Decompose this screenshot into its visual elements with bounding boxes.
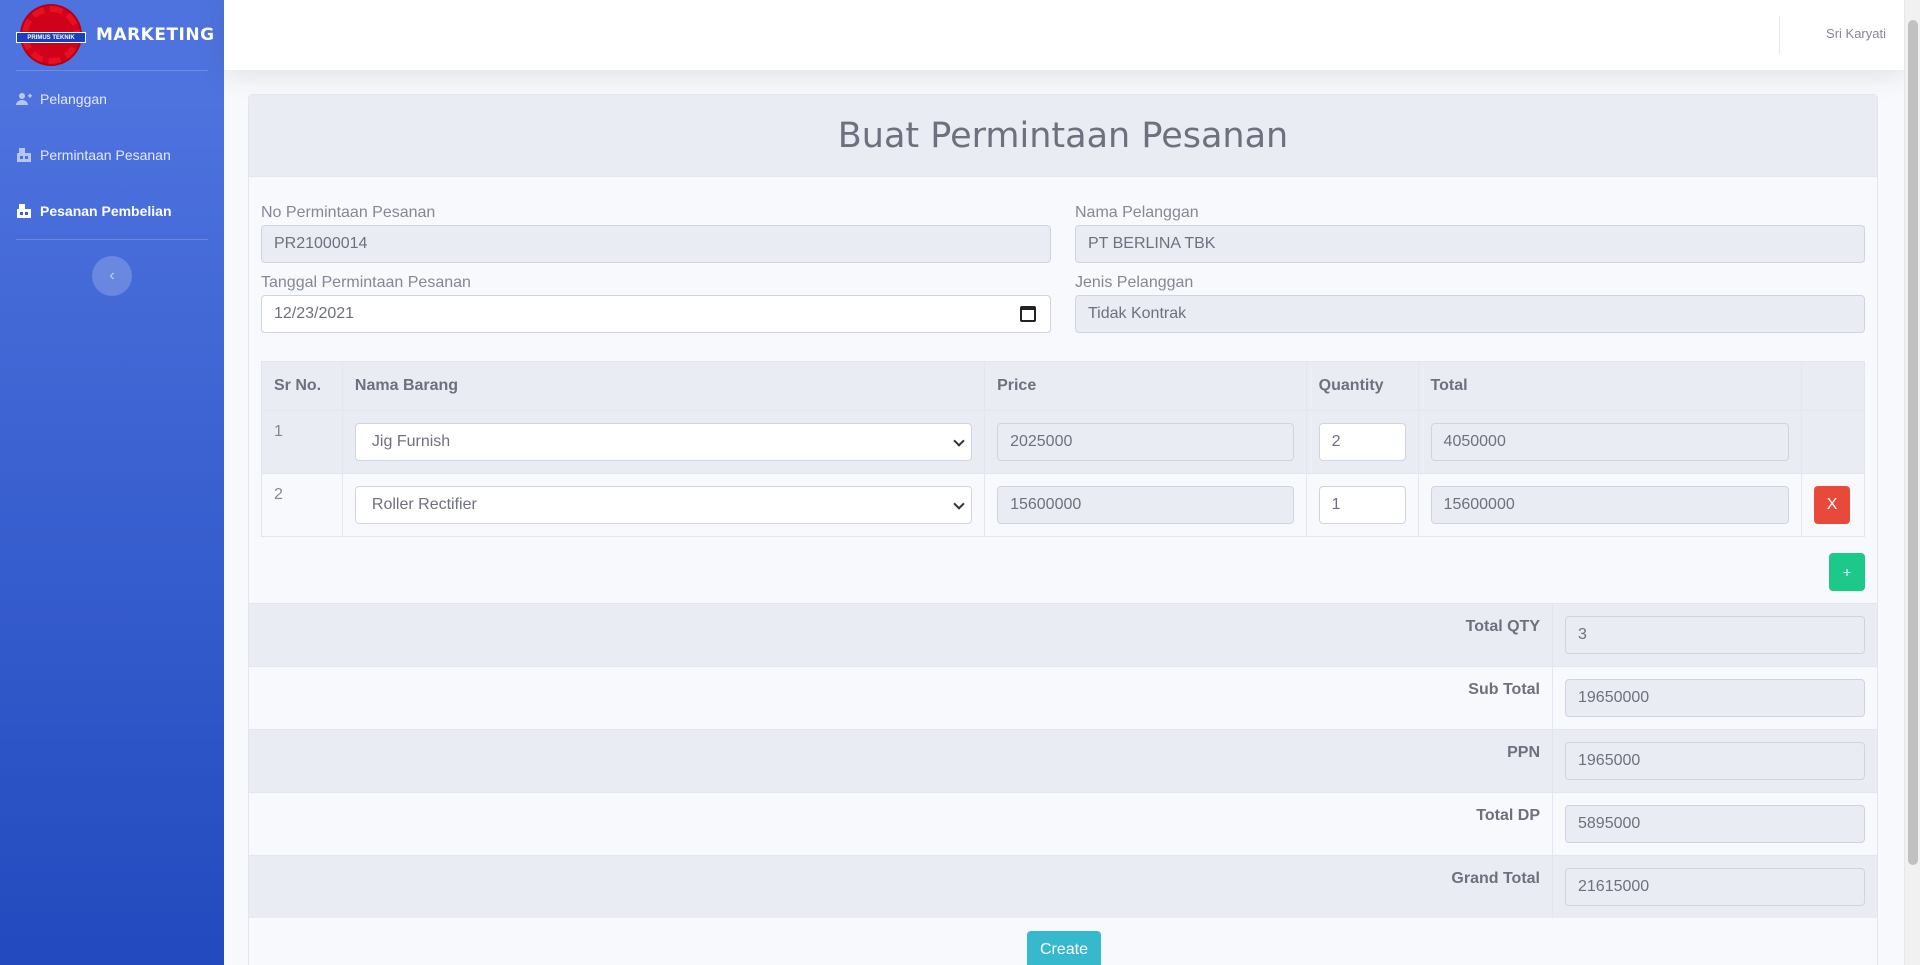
tanggal-label: Tanggal Permintaan Pesanan bbox=[261, 274, 471, 291]
sidebar-item-pesanan-pembelian[interactable]: Pesanan Pembelian bbox=[0, 183, 224, 239]
ppn-field: 1965000 bbox=[1565, 742, 1865, 780]
add-row-button[interactable]: + bbox=[1829, 553, 1865, 591]
qty-cell: 1 bbox=[1307, 474, 1419, 536]
ppn-cell: 1965000 bbox=[1553, 730, 1877, 792]
page-title: Buat Permintaan Pesanan bbox=[837, 115, 1289, 156]
total-qty-label: Total QTY bbox=[249, 604, 1553, 666]
brand-logo: PRIMUS TEKNIK bbox=[16, 5, 86, 65]
price-cell: 2025000 bbox=[985, 411, 1307, 473]
table-row: 1 Jig Furnish 2025000 2 4050000 bbox=[261, 411, 1865, 474]
card-header: Buat Permintaan Pesanan bbox=[249, 95, 1877, 177]
sub-total-field: 19650000 bbox=[1565, 679, 1865, 717]
jenis-pelanggan-field: Tidak Kontrak bbox=[1075, 295, 1865, 333]
action-cell bbox=[1802, 411, 1864, 473]
quantity-input[interactable]: 1 bbox=[1318, 486, 1406, 524]
page-scrollbar[interactable] bbox=[1904, 0, 1920, 965]
chevron-down-icon bbox=[953, 435, 965, 447]
sidebar-item-permintaan-pesanan[interactable]: Permintaan Pesanan bbox=[0, 127, 224, 183]
brand-name: MARKETING bbox=[96, 25, 215, 45]
total-cell: 4050000 bbox=[1419, 411, 1803, 473]
column-header-action bbox=[1802, 362, 1864, 410]
sub-total-label: Sub Total bbox=[249, 667, 1553, 729]
topbar: Sri Karyati bbox=[224, 0, 1904, 70]
sidebar-toggle-button[interactable]: ‹ bbox=[92, 256, 132, 296]
price-cell: 15600000 bbox=[985, 474, 1307, 536]
scrollbar-thumb[interactable] bbox=[1908, 20, 1918, 865]
sidebar-divider bbox=[16, 239, 208, 240]
no-permintaan-group: No Permintaan Pesanan PR21000014 bbox=[261, 201, 1051, 263]
total-cell: 15600000 bbox=[1419, 474, 1803, 536]
user-plus-icon bbox=[16, 92, 32, 106]
grand-total-label: Grand Total bbox=[249, 856, 1553, 918]
calendar-icon[interactable] bbox=[1020, 306, 1036, 322]
summary-row-ppn: PPN 1965000 bbox=[249, 729, 1877, 792]
summary-row-total-dp: Total DP 5895000 bbox=[249, 792, 1877, 855]
summary-row-grand-total: Grand Total 21615000 bbox=[249, 855, 1877, 918]
tanggal-group: Tanggal Permintaan Pesanan 12/23/2021 bbox=[261, 271, 1051, 333]
total-field: 4050000 bbox=[1430, 423, 1790, 461]
nama-pelanggan-label: Nama Pelanggan bbox=[1075, 204, 1199, 221]
total-qty-field: 3 bbox=[1565, 616, 1865, 654]
quantity-input[interactable]: 2 bbox=[1318, 423, 1406, 461]
nama-pelanggan-field: PT BERLINA TBK bbox=[1075, 225, 1865, 263]
chevron-down-icon bbox=[953, 498, 965, 510]
total-dp-field: 5895000 bbox=[1565, 805, 1865, 843]
jenis-pelanggan-label: Jenis Pelanggan bbox=[1075, 274, 1194, 291]
sidebar-item-pelanggan[interactable]: Pelanggan bbox=[0, 71, 224, 127]
no-permintaan-field: PR21000014 bbox=[261, 225, 1051, 263]
column-header-total: Total bbox=[1419, 362, 1803, 410]
item-cell: Roller Rectifier bbox=[343, 474, 986, 536]
row-number: 2 bbox=[262, 474, 343, 536]
order-request-card: Buat Permintaan Pesanan No Permintaan Pe… bbox=[248, 94, 1878, 965]
total-qty-cell: 3 bbox=[1553, 604, 1877, 666]
sidebar-item-label: Permintaan Pesanan bbox=[40, 147, 171, 163]
items-table: Sr No. Nama Barang Price Quantity Total … bbox=[261, 361, 1865, 537]
chevron-left-icon: ‹ bbox=[109, 267, 115, 284]
tanggal-value: 12/23/2021 bbox=[274, 305, 355, 322]
table-row: 2 Roller Rectifier 15600000 1 15600000 X bbox=[261, 474, 1865, 537]
ppn-label: PPN bbox=[249, 730, 1553, 792]
column-header-sr: Sr No. bbox=[262, 362, 343, 410]
qty-cell: 2 bbox=[1307, 411, 1419, 473]
no-permintaan-label: No Permintaan Pesanan bbox=[261, 204, 436, 221]
summary-row-total-qty: Total QTY 3 bbox=[249, 603, 1877, 666]
sub-total-cell: 19650000 bbox=[1553, 667, 1877, 729]
action-cell: X bbox=[1802, 474, 1864, 536]
column-header-quantity: Quantity bbox=[1307, 362, 1419, 410]
summary-table: Total QTY 3 Sub Total 19650000 PPN 19650… bbox=[249, 603, 1877, 918]
sidebar: PRIMUS TEKNIK MARKETING Pelanggan Permin… bbox=[0, 0, 224, 965]
sidebar-item-label: Pelanggan bbox=[40, 91, 107, 107]
topbar-divider bbox=[1779, 16, 1780, 54]
remove-row-button[interactable]: X bbox=[1814, 486, 1851, 524]
table-header: Sr No. Nama Barang Price Quantity Total bbox=[261, 361, 1865, 411]
column-header-nama-barang: Nama Barang bbox=[343, 362, 986, 410]
warehouse-icon bbox=[16, 148, 32, 162]
total-dp-label: Total DP bbox=[249, 793, 1553, 855]
create-button[interactable]: Create bbox=[1027, 931, 1101, 965]
brand-logo-text: PRIMUS TEKNIK bbox=[16, 32, 86, 43]
item-select[interactable]: Roller Rectifier bbox=[354, 486, 973, 524]
item-select-value: Roller Rectifier bbox=[371, 496, 477, 513]
grand-total-cell: 21615000 bbox=[1553, 856, 1877, 918]
grand-total-field: 21615000 bbox=[1565, 868, 1865, 906]
sidebar-item-label: Pesanan Pembelian bbox=[40, 203, 172, 219]
total-dp-cell: 5895000 bbox=[1553, 793, 1877, 855]
jenis-pelanggan-group: Jenis Pelanggan Tidak Kontrak bbox=[1075, 271, 1865, 333]
row-number: 1 bbox=[262, 411, 343, 473]
tanggal-date-input[interactable]: 12/23/2021 bbox=[261, 295, 1051, 333]
sidebar-brand[interactable]: PRIMUS TEKNIK MARKETING bbox=[0, 0, 224, 70]
summary-row-sub-total: Sub Total 19650000 bbox=[249, 666, 1877, 729]
warehouse-icon bbox=[16, 204, 32, 218]
total-field: 15600000 bbox=[1430, 486, 1790, 524]
nama-pelanggan-group: Nama Pelanggan PT BERLINA TBK bbox=[1075, 201, 1865, 263]
column-header-price: Price bbox=[985, 362, 1307, 410]
price-field: 15600000 bbox=[997, 486, 1294, 524]
price-field: 2025000 bbox=[997, 423, 1294, 461]
item-select[interactable]: Jig Furnish bbox=[354, 423, 973, 461]
user-menu[interactable]: Sri Karyati bbox=[1826, 0, 1886, 70]
item-select-value: Jig Furnish bbox=[371, 433, 451, 450]
item-cell: Jig Furnish bbox=[343, 411, 986, 473]
